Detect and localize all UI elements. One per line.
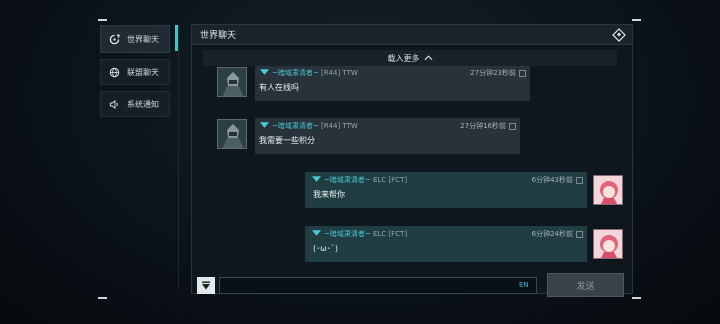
copy-icon[interactable] — [576, 230, 583, 238]
avatar[interactable] — [217, 119, 247, 149]
wing-badge-icon — [311, 176, 322, 182]
wing-badge-icon — [259, 69, 270, 75]
copy-icon[interactable] — [509, 122, 516, 130]
chat-input-row: EN 发送 — [192, 273, 632, 297]
chat-header: 世界聊天 — [192, 25, 632, 45]
wing-badge-icon — [259, 122, 270, 128]
frame-corner — [632, 19, 641, 21]
page-title: 世界聊天 — [200, 31, 237, 41]
message-time: 27分钟16秒前 — [460, 121, 516, 131]
sidebar-item-alliance-chat[interactable]: 联盟聊天 — [100, 59, 170, 85]
chevron-up-icon — [424, 55, 432, 61]
globe-icon — [108, 66, 120, 78]
settings-diamond-icon[interactable] — [612, 28, 626, 42]
load-more-label: 载入更多 — [387, 53, 420, 63]
copy-icon[interactable] — [576, 176, 583, 184]
chat-panel: 世界聊天 载入更多 ~暗域肃清者~ [R44] TTW 27分钟23秒前 有人在… — [191, 24, 633, 297]
avatar[interactable] — [593, 229, 623, 259]
message-bubble: ~暗域肃清者~ [R44] TTW 27分钟23秒前 有人在线吗 — [255, 65, 530, 101]
message-bubble: ~暗域肃清者~ ELC [FCT] 6分钟24秒前 (･ω･`) — [305, 226, 587, 262]
copy-icon[interactable] — [519, 69, 526, 77]
emoji-toggle-button[interactable] — [197, 277, 215, 294]
sidebar-item-system-notice[interactable]: 系统通知 — [100, 91, 170, 117]
send-button[interactable]: 发送 — [547, 273, 624, 297]
chat-channel-sidebar: 世界聊天 联盟聊天 系统通知 — [100, 25, 170, 123]
message-text: 我需要一些积分 — [259, 136, 315, 145]
sidebar-item-world-chat[interactable]: 世界聊天 — [100, 25, 170, 53]
sidebar-item-label: 世界聊天 — [127, 34, 159, 44]
chat-message-input[interactable] — [219, 277, 537, 294]
message-sender: ~暗域肃清者~ [R44] TTW — [259, 68, 358, 78]
speaker-icon — [108, 98, 120, 110]
world-chat-icon — [108, 33, 120, 45]
avatar[interactable] — [217, 67, 247, 97]
wing-badge-icon — [311, 230, 322, 236]
message-time: 6分钟24秒前 — [532, 229, 583, 239]
message-bubble: ~暗域肃清者~ ELC [FCT] 6分钟43秒前 我来帮你 — [305, 172, 587, 208]
frame-corner — [632, 297, 641, 299]
message-time: 27分钟23秒前 — [470, 68, 526, 78]
chat-message-list[interactable]: 载入更多 ~暗域肃清者~ [R44] TTW 27分钟23秒前 有人在线吗 ~暗… — [192, 45, 632, 276]
frame-corner — [98, 297, 107, 299]
message-sender: ~暗域肃清者~ [R44] TTW — [259, 121, 358, 131]
sidebar-item-label: 系统通知 — [127, 99, 159, 109]
avatar[interactable] — [593, 175, 623, 205]
message-text: (･ω･`) — [313, 244, 338, 253]
message-text: 我来帮你 — [313, 190, 345, 199]
sidebar-item-label: 联盟聊天 — [127, 67, 159, 77]
frame-corner — [98, 19, 107, 21]
message-bubble: ~暗域肃清者~ [R44] TTW 27分钟16秒前 我需要一些积分 — [255, 118, 520, 154]
input-language-toggle[interactable]: EN — [519, 281, 529, 289]
message-text: 有人在线吗 — [259, 83, 299, 92]
message-sender: ~暗域肃清者~ ELC [FCT] — [311, 175, 407, 185]
load-more-button[interactable]: 载入更多 — [203, 50, 617, 66]
sidebar-divider — [178, 25, 179, 290]
message-sender: ~暗域肃清者~ ELC [FCT] — [311, 229, 407, 239]
message-time: 6分钟43秒前 — [532, 175, 583, 185]
caret-down-icon — [202, 281, 210, 290]
